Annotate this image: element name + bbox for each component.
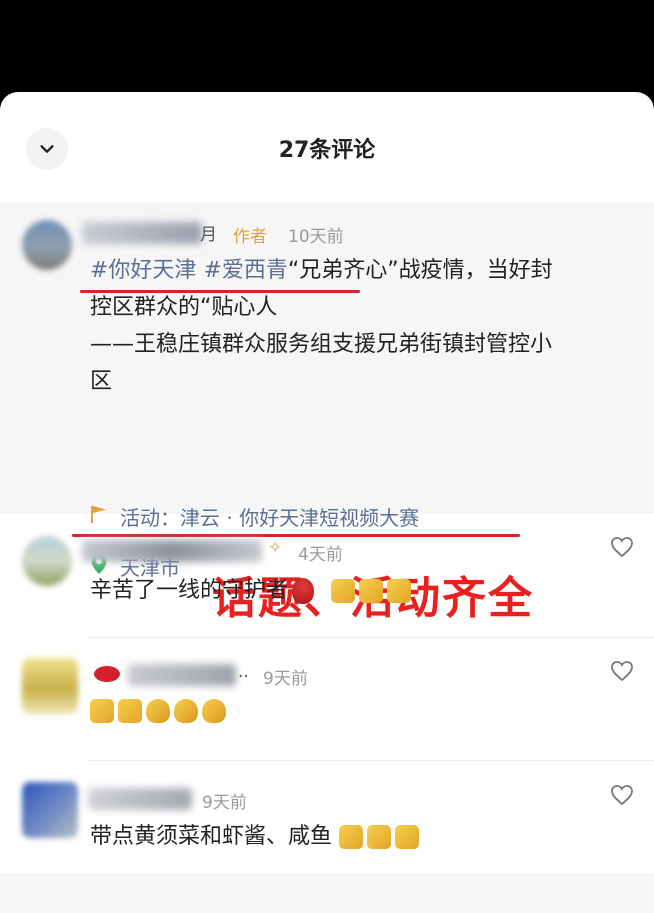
blurred-username[interactable] — [82, 222, 202, 244]
badge-icon: ✧ — [268, 538, 283, 558]
author-comment[interactable]: 月 作者 10天前 #你好天津 #爱西青“兄弟齐心”战疫情，当好封 控区群众的“… — [0, 202, 654, 624]
thumbs-up-emoji-icon — [90, 699, 114, 723]
comment-count-title: 27条评论 — [278, 138, 376, 163]
thumbs-up-emoji-icon — [339, 825, 364, 849]
username-ellipsis: .. — [238, 662, 249, 682]
emoji-group — [90, 699, 226, 723]
praying-hands-emoji-icon — [146, 699, 170, 723]
thumbs-up-emoji-icon — [387, 579, 412, 603]
sheet-header: 27条评论 — [0, 92, 654, 202]
blurred-username[interactable] — [82, 540, 262, 562]
avatar[interactable] — [22, 536, 72, 586]
praying-hands-emoji-icon — [174, 699, 198, 723]
divider — [88, 760, 654, 761]
thumbs-up-emoji-icon — [367, 825, 392, 849]
like-button[interactable] — [610, 660, 634, 682]
emoji-group — [331, 579, 412, 603]
bottom-bar — [0, 873, 654, 913]
comment-body-line3: ——王稳庄镇群众服务组支援兄弟街镇封管控小 — [90, 332, 553, 357]
comment-time: 10天前 — [288, 227, 344, 247]
comment-time: 9天前 — [202, 793, 247, 813]
avatar[interactable] — [22, 782, 78, 838]
blurred-username[interactable] — [88, 788, 192, 810]
username-tail: 月 — [200, 225, 217, 245]
hashtag-link[interactable]: #你好天津 — [90, 258, 196, 283]
comment-body-line2: 控区群众的“贴心人 — [90, 295, 278, 320]
comment-item[interactable]: 9天前 带点黄须菜和虾酱、咸鱼 — [0, 772, 654, 872]
comment-text: 带点黄须菜和虾酱、咸鱼 — [90, 818, 420, 850]
thumbs-up-emoji-icon — [359, 579, 384, 603]
avatar[interactable] — [22, 220, 72, 270]
like-button[interactable] — [610, 536, 634, 558]
comment-time: 9天前 — [263, 669, 308, 689]
comment-body-line1: #你好天津 #爱西青“兄弟齐心”战疫情，当好封 — [90, 252, 553, 289]
author-tag: 作者 — [233, 227, 267, 247]
heart-icon — [611, 785, 633, 806]
heart-icon — [611, 661, 633, 682]
thumbs-up-emoji-icon — [395, 825, 420, 849]
heart-icon — [611, 537, 633, 558]
comment-text-content: 带点黄须菜和虾酱、咸鱼 — [90, 824, 333, 849]
comment-text-content: 辛苦了一线的守护者 — [90, 578, 289, 603]
divider — [88, 637, 654, 638]
avatar[interactable] — [22, 658, 78, 714]
like-button[interactable] — [610, 784, 634, 806]
kiss-lips-emoji-icon — [94, 666, 120, 682]
comment-item[interactable]: ✧ 4天前 辛苦了一线的守护者 — [0, 524, 654, 638]
thumbs-up-emoji-icon — [331, 579, 356, 603]
comment-body-line4: 区 — [90, 369, 113, 394]
comment-text — [90, 698, 226, 723]
annotation-underline — [80, 290, 360, 293]
praying-hands-emoji-icon — [202, 699, 226, 723]
comment-item[interactable]: .. 9天前 — [0, 648, 654, 762]
emoji-group — [339, 825, 420, 849]
comments-sheet: 27条评论 月 作者 10天前 #你好天津 #爱西青“兄弟齐心”战疫情，当好封 … — [0, 92, 654, 913]
comment-time: 4天前 — [298, 545, 343, 565]
thumbs-up-emoji-icon — [118, 699, 142, 723]
body-text: “兄弟齐心”战疫情，当好封 — [287, 258, 553, 283]
hashtag-link[interactable]: #爱西青 — [203, 258, 287, 283]
blurred-username[interactable] — [128, 664, 236, 686]
rose-emoji-icon — [292, 578, 315, 604]
comment-text: 辛苦了一线的守护者 — [90, 572, 412, 604]
